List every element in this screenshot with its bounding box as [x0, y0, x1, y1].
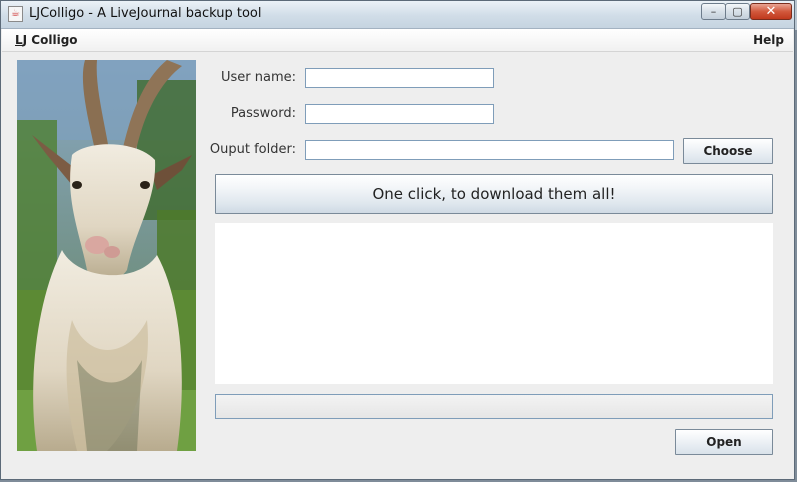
- password-label: Password:: [230, 106, 296, 121]
- close-button[interactable]: ✕: [750, 3, 792, 20]
- menu-lj-colligo-label: J Colligo: [22, 33, 78, 47]
- choose-folder-button[interactable]: Choose: [683, 138, 773, 164]
- menu-mnemonic: L: [15, 33, 23, 47]
- window-title: LJColligo - A LiveJournal backup tool: [29, 6, 262, 21]
- app-window: ☕ LJColligo - A LiveJournal backup tool …: [0, 0, 795, 480]
- download-all-button[interactable]: One click, to download them all!: [215, 174, 773, 214]
- username-input[interactable]: [305, 68, 494, 88]
- menu-help[interactable]: Help: [753, 33, 784, 47]
- output-folder-label: Ouput folder:: [209, 142, 296, 157]
- java-cup-icon: ☕: [8, 6, 23, 22]
- open-button[interactable]: Open: [675, 429, 773, 455]
- progress-bar: [215, 394, 773, 419]
- output-folder-input[interactable]: [305, 140, 674, 160]
- maximize-button[interactable]: ▢: [725, 3, 750, 20]
- minimize-button[interactable]: –: [701, 3, 726, 20]
- title-bar[interactable]: ☕ LJColligo - A LiveJournal backup tool …: [1, 1, 794, 29]
- menu-lj-colligo[interactable]: LJ Colligo: [15, 33, 78, 47]
- username-label: User name:: [220, 70, 296, 85]
- log-output-area[interactable]: [215, 223, 773, 384]
- password-input[interactable]: [305, 104, 494, 124]
- menu-bar: LJ Colligo Help: [2, 29, 793, 52]
- goat-photo: [17, 60, 196, 451]
